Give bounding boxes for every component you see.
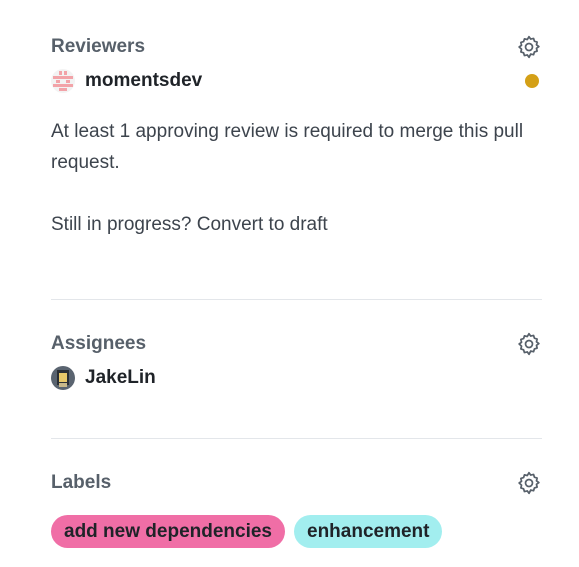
reviewers-section: Reviewers momentsdev At least 1 approvin…	[51, 33, 542, 240]
label-add-new-dependencies[interactable]: add new dependencies	[51, 515, 285, 548]
reviewer-name[interactable]: momentsdev	[85, 70, 202, 92]
review-pending-status-dot	[525, 74, 539, 88]
assignees-section: Assignees JakeLin	[51, 330, 542, 393]
reviewers-gear-icon[interactable]	[515, 33, 543, 61]
reviewer-avatar[interactable]	[51, 69, 75, 93]
pull-request-sidebar: Reviewers momentsdev At least 1 approvin…	[51, 0, 542, 548]
section-divider	[51, 438, 542, 439]
assignee-avatar[interactable]	[51, 366, 75, 390]
labels-list: add new dependencies enhancement	[51, 515, 542, 548]
label-enhancement[interactable]: enhancement	[294, 515, 443, 548]
assignees-header: Assignees	[51, 330, 542, 358]
draft-prompt-text: Still in progress?	[51, 214, 197, 235]
labels-section: Labels add new dependencies enhancement	[51, 469, 542, 548]
reviewers-title: Reviewers	[51, 36, 146, 57]
convert-to-draft-link[interactable]: Convert to draft	[197, 214, 328, 235]
labels-gear-icon[interactable]	[515, 469, 543, 497]
assignees-title: Assignees	[51, 333, 147, 354]
labels-title: Labels	[51, 472, 112, 493]
review-requirement-text: At least 1 approving review is required …	[51, 121, 524, 173]
labels-header: Labels	[51, 469, 542, 497]
reviewer-row[interactable]: momentsdev	[51, 66, 542, 96]
section-divider	[51, 299, 542, 300]
assignee-row[interactable]: JakeLin	[51, 363, 542, 393]
draft-prompt: Still in progress? Convert to draft	[51, 209, 542, 240]
review-requirement-notice: At least 1 approving review is required …	[51, 116, 531, 178]
assignees-gear-icon[interactable]	[515, 330, 543, 358]
reviewers-header: Reviewers	[51, 33, 542, 61]
assignee-name[interactable]: JakeLin	[85, 367, 156, 389]
